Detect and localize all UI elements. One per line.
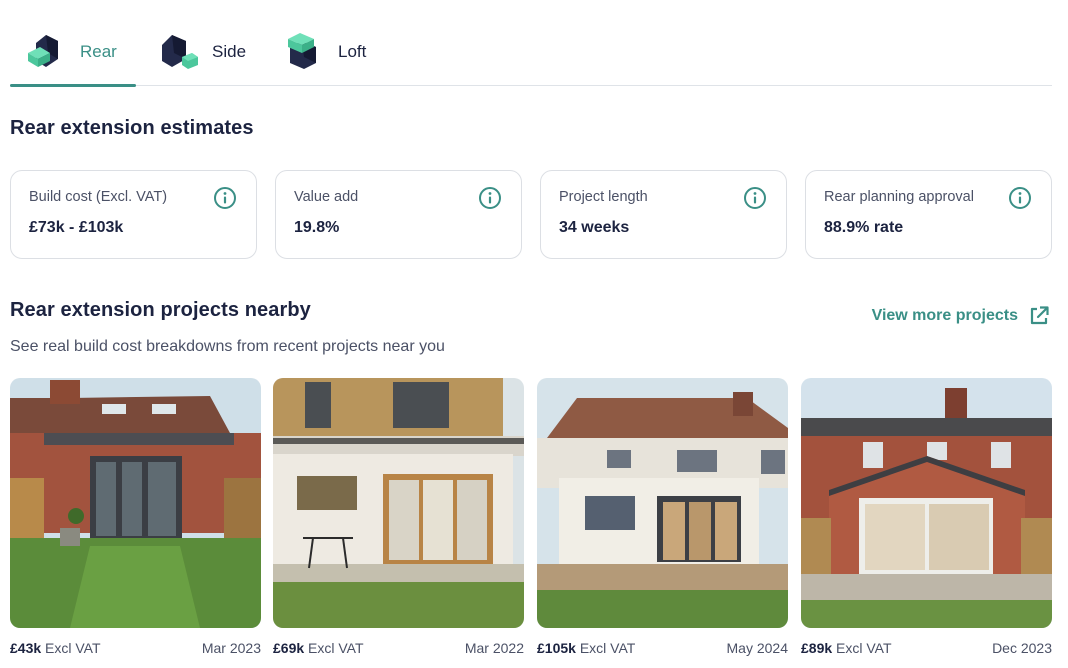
project-vat: Excl VAT xyxy=(836,640,892,656)
project-price: £69k xyxy=(273,640,305,656)
project-price: £43k xyxy=(10,640,42,656)
card-label: Rear planning approval xyxy=(824,189,974,205)
project-date: May 2024 xyxy=(726,640,788,656)
projects-subtitle: See real build cost breakdowns from rece… xyxy=(10,338,445,355)
view-more-projects-link[interactable]: View more projects xyxy=(872,305,1050,327)
project-vat: Excl VAT xyxy=(308,640,364,656)
info-icon[interactable] xyxy=(478,186,502,210)
project-photo[interactable] xyxy=(10,378,261,628)
estimates-title: Rear extension estimates xyxy=(10,117,254,139)
card-label: Project length xyxy=(559,189,648,205)
project-card[interactable]: £69k Excl VAT Mar 2022 xyxy=(273,378,524,656)
side-extension-icon xyxy=(162,34,198,69)
tab-side-label: Side xyxy=(212,41,247,61)
project-price: £89k xyxy=(801,640,833,656)
extension-type-tabs: Rear Side Loft xyxy=(10,18,1052,87)
project-date: Mar 2023 xyxy=(201,640,261,656)
project-price: £105k xyxy=(537,640,576,656)
info-icon[interactable] xyxy=(1008,186,1032,210)
value-add-card: Value add 19.8% xyxy=(275,170,522,259)
card-value: £73k - £103k xyxy=(29,219,124,236)
card-label: Build cost (Excl. VAT) xyxy=(29,189,168,205)
info-icon[interactable] xyxy=(213,186,237,210)
project-meta: £105k Excl VAT May 2024 xyxy=(537,640,788,656)
view-more-label: View more projects xyxy=(871,307,1018,324)
project-meta: £43k Excl VAT Mar 2023 xyxy=(10,640,261,656)
tab-rear[interactable]: Rear xyxy=(10,18,136,87)
build-cost-card: Build cost (Excl. VAT) £73k - £103k xyxy=(10,170,257,259)
project-photo[interactable] xyxy=(801,378,1052,628)
project-card[interactable]: £89k Excl VAT Dec 2023 xyxy=(801,378,1052,656)
project-vat: Excl VAT xyxy=(45,640,101,656)
project-meta: £69k Excl VAT Mar 2022 xyxy=(273,640,524,656)
project-photo[interactable] xyxy=(273,378,524,628)
project-vat: Excl VAT xyxy=(579,640,636,656)
tab-rear-label: Rear xyxy=(80,41,117,61)
card-label: Value add xyxy=(294,189,359,205)
project-photo[interactable] xyxy=(537,378,788,628)
project-length-card: Project length 34 weeks xyxy=(540,170,787,259)
external-link-icon xyxy=(1030,306,1049,325)
projects-title: Rear extension projects nearby xyxy=(10,299,311,321)
rear-extension-icon xyxy=(28,34,58,67)
project-card[interactable]: £105k Excl VAT May 2024 xyxy=(537,378,788,656)
card-value: 34 weeks xyxy=(559,219,630,236)
tab-loft-label: Loft xyxy=(338,41,367,61)
project-date: Mar 2022 xyxy=(464,640,524,656)
card-value: 19.8% xyxy=(294,219,340,236)
project-date: Dec 2023 xyxy=(992,640,1052,656)
tab-loft[interactable]: Loft xyxy=(282,18,392,85)
project-meta: £89k Excl VAT Dec 2023 xyxy=(801,640,1052,656)
info-icon[interactable] xyxy=(743,186,767,210)
tab-side[interactable]: Side xyxy=(156,18,266,85)
card-value: 88.9% rate xyxy=(824,219,904,236)
loft-extension-icon xyxy=(288,32,316,69)
project-card[interactable]: £43k Excl VAT Mar 2023 xyxy=(10,378,261,656)
planning-approval-card: Rear planning approval 88.9% rate xyxy=(805,170,1052,259)
